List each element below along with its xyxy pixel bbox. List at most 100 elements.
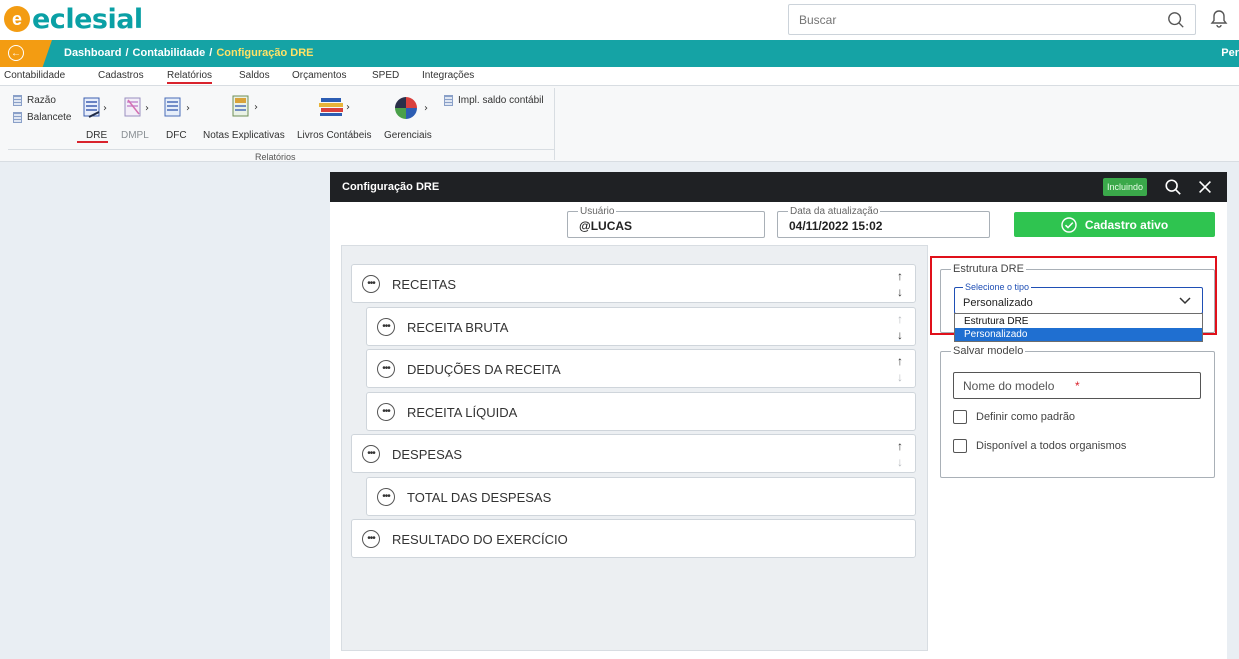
nome-modelo-input[interactable] bbox=[954, 373, 1184, 398]
move-up-icon[interactable]: ↑ bbox=[894, 313, 906, 325]
breadcrumb-current: Configuração DRE bbox=[216, 47, 314, 59]
row-label: RECEITAS bbox=[392, 277, 457, 292]
svg-text:›: › bbox=[145, 103, 149, 114]
row-label: DEDUÇÕES DA RECEITA bbox=[407, 362, 561, 377]
chevron-down-icon[interactable] bbox=[1178, 295, 1192, 307]
structure-row-receitas[interactable]: ••• RECEITAS ↑ ↓ bbox=[351, 264, 916, 303]
move-up-icon[interactable]: ↑ bbox=[894, 440, 906, 452]
move-down-icon[interactable]: ↓ bbox=[894, 329, 906, 341]
structure-row-receita-bruta[interactable]: ••• RECEITA BRUTA ↑ ↓ bbox=[366, 307, 916, 346]
ribbon-notas-label[interactable]: Notas Explicativas bbox=[203, 130, 285, 141]
move-up-icon[interactable]: ↑ bbox=[894, 355, 906, 367]
reports-ribbon: Razão Balancete › DRE › DMPL › DFC › Not… bbox=[0, 86, 1239, 162]
dropdown-option-estrutura-dre[interactable]: Estrutura DRE bbox=[955, 315, 1202, 328]
cadastro-ativo-label: Cadastro ativo bbox=[1084, 217, 1169, 232]
definir-padrao-checkbox[interactable] bbox=[953, 410, 967, 424]
ribbon-impl-saldo[interactable]: Impl. saldo contábil bbox=[444, 95, 544, 106]
ribbon-balancete-label: Balancete bbox=[27, 112, 72, 123]
logo-text: eclesial bbox=[32, 3, 143, 35]
ribbon-razao[interactable]: Razão bbox=[13, 95, 56, 106]
modal-search-icon[interactable] bbox=[1164, 178, 1182, 196]
data-atualizacao-field: Data da atualização 04/11/2022 15:02 bbox=[777, 206, 990, 238]
more-options-icon[interactable]: ••• bbox=[362, 275, 380, 293]
tab-relatorios[interactable]: Relatórios bbox=[167, 70, 213, 84]
dre-active-underline bbox=[77, 141, 108, 143]
salvar-modelo-legend: Salvar modelo bbox=[951, 345, 1026, 357]
balancete-icon bbox=[13, 112, 22, 123]
disponivel-todos-label: Disponível a todos organismos bbox=[976, 440, 1127, 452]
tab-sped[interactable]: SPED bbox=[372, 70, 399, 81]
more-options-icon[interactable]: ••• bbox=[362, 530, 380, 548]
definir-padrao-label: Definir como padrão bbox=[976, 411, 1076, 423]
usuario-field: Usuário @LUCAS bbox=[567, 206, 765, 238]
svg-text:›: › bbox=[254, 102, 258, 113]
ribbon-group-separator bbox=[554, 88, 555, 160]
usuario-value: @LUCAS bbox=[579, 219, 633, 233]
data-atualizacao-label: Data da atualização bbox=[788, 206, 881, 217]
eclesial-logo[interactable]: e eclesial bbox=[4, 2, 143, 36]
ribbon-livros-label[interactable]: Livros Contábeis bbox=[297, 130, 371, 141]
ribbon-balancete[interactable]: Balancete bbox=[13, 112, 71, 123]
ribbon-dre-label[interactable]: DRE bbox=[86, 130, 107, 141]
disponivel-todos-checkbox[interactable] bbox=[953, 439, 967, 453]
search-input[interactable] bbox=[789, 5, 1149, 34]
svg-text:›: › bbox=[103, 103, 107, 114]
move-down-icon[interactable]: ↓ bbox=[894, 286, 906, 298]
move-down-icon[interactable]: ↓ bbox=[894, 371, 906, 383]
breadcrumb-item-contabilidade[interactable]: Contabilidade bbox=[133, 47, 206, 59]
more-options-icon[interactable]: ••• bbox=[362, 445, 380, 463]
structure-row-total-despesas[interactable]: ••• TOTAL DAS DESPESAS bbox=[366, 477, 916, 516]
svg-text:›: › bbox=[186, 103, 190, 114]
close-icon[interactable] bbox=[1196, 178, 1214, 196]
livros-contabeis-icon[interactable]: › bbox=[319, 96, 353, 118]
bell-icon[interactable] bbox=[1210, 9, 1228, 29]
dre-report-icon[interactable]: › bbox=[83, 97, 111, 119]
back-button[interactable]: ← bbox=[0, 40, 52, 67]
tab-contabilidade[interactable]: Contabilidade bbox=[4, 70, 65, 81]
tipo-select[interactable]: Selecione o tipo Personalizado bbox=[954, 282, 1203, 314]
required-marker: * bbox=[1075, 379, 1080, 393]
move-up-icon[interactable]: ↑ bbox=[894, 270, 906, 282]
tipo-select-legend: Selecione o tipo bbox=[963, 282, 1032, 292]
tab-cadastros[interactable]: Cadastros bbox=[98, 70, 144, 81]
structure-row-deducoes[interactable]: ••• DEDUÇÕES DA RECEITA ↑ ↓ bbox=[366, 349, 916, 388]
user-menu-text[interactable]: Per bbox=[1221, 47, 1239, 59]
more-options-icon[interactable]: ••• bbox=[377, 318, 395, 336]
global-search[interactable] bbox=[788, 4, 1196, 35]
search-icon[interactable] bbox=[1167, 11, 1185, 29]
more-options-icon[interactable]: ••• bbox=[377, 403, 395, 421]
move-down-icon[interactable]: ↓ bbox=[894, 456, 906, 468]
row-label: RESULTADO DO EXERCÍCIO bbox=[392, 532, 568, 547]
disponivel-todos-option[interactable]: Disponível a todos organismos bbox=[953, 439, 1126, 453]
modal-header: Configuração DRE Incluindo bbox=[330, 172, 1227, 202]
ribbon-group-label: Relatórios bbox=[255, 152, 296, 162]
ribbon-dmpl-label[interactable]: DMPL bbox=[121, 130, 149, 141]
structure-row-despesas[interactable]: ••• DESPESAS ↑ ↓ bbox=[351, 434, 916, 473]
definir-padrao-option[interactable]: Definir como padrão bbox=[953, 410, 1075, 424]
tab-orcamentos[interactable]: Orçamentos bbox=[292, 70, 346, 81]
gerenciais-chart-icon[interactable]: › bbox=[393, 95, 435, 121]
ribbon-gerenciais-label[interactable]: Gerenciais bbox=[384, 130, 432, 141]
ribbon-dfc-label[interactable]: DFC bbox=[166, 130, 187, 141]
breadcrumb: Dashboard / Contabilidade / Configuração DRE bbox=[64, 47, 314, 59]
tab-saldos[interactable]: Saldos bbox=[239, 70, 270, 81]
dropdown-option-personalizado[interactable]: Personalizado bbox=[955, 328, 1202, 341]
configuracao-dre-modal: Configuração DRE Incluindo Usuário @LUCA… bbox=[330, 172, 1227, 659]
breadcrumb-item-dashboard[interactable]: Dashboard bbox=[64, 47, 121, 59]
dmpl-report-icon[interactable]: › bbox=[124, 97, 154, 119]
dfc-report-icon[interactable]: › bbox=[164, 97, 194, 119]
module-menu: Contabilidade Cadastros Relatórios Saldo… bbox=[0, 67, 1239, 86]
row-label: DESPESAS bbox=[392, 447, 463, 462]
nome-modelo-field[interactable]: * bbox=[953, 372, 1201, 399]
logo-mark-icon: e bbox=[4, 6, 30, 32]
more-options-icon[interactable]: ••• bbox=[377, 488, 395, 506]
tab-integracoes[interactable]: Integrações bbox=[422, 70, 474, 81]
cadastro-ativo-button[interactable]: Cadastro ativo bbox=[1014, 212, 1215, 237]
ribbon-impl-label: Impl. saldo contábil bbox=[458, 95, 544, 106]
structure-row-resultado[interactable]: ••• RESULTADO DO EXERCÍCIO bbox=[351, 519, 916, 558]
tipo-select-value: Personalizado bbox=[963, 297, 1033, 309]
notas-explicativas-icon[interactable]: › bbox=[232, 95, 262, 119]
row-label: RECEITA LÍQUIDA bbox=[407, 405, 518, 420]
structure-row-receita-liquida[interactable]: ••• RECEITA LÍQUIDA bbox=[366, 392, 916, 431]
more-options-icon[interactable]: ••• bbox=[377, 360, 395, 378]
